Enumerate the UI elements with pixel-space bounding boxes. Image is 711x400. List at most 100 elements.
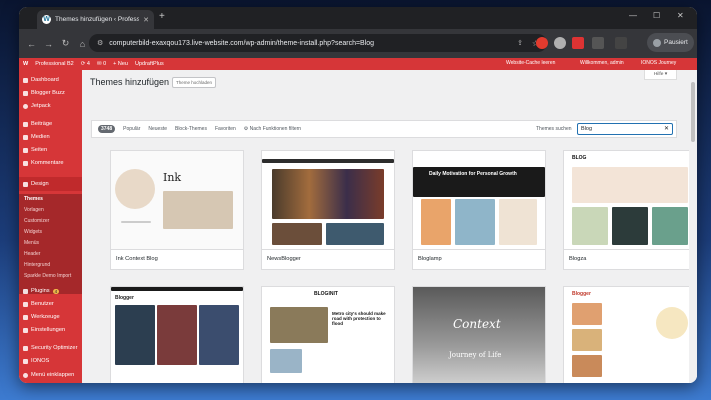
menu-jetpack[interactable]: Jetpack [19,101,82,111]
submenu-sparkle-demo-import[interactable]: Sparkle Demo Import [24,273,71,279]
theme-screenshot: Ink [111,151,243,249]
thumb-image [572,329,602,351]
theme-card-context[interactable]: Context Journey of Life [412,286,546,383]
theme-screenshot: Context Journey of Life [413,287,545,383]
upload-theme-button[interactable]: Theme hochladen [172,77,217,88]
menu-posts[interactable]: Beiträge [19,119,82,129]
menu-label: Security Optimizer [31,345,78,351]
menu-tools[interactable]: Werkzeuge [19,312,82,322]
thumb-image [612,207,648,245]
main-content: Hilfe ▾ Themes hinzufügen Theme hochlade… [82,70,697,383]
maximize-icon[interactable]: ☐ [653,11,660,20]
profile-paused-button[interactable]: Pausiert [647,33,694,52]
extension-red-icon[interactable] [536,37,548,49]
submenu-customizer[interactable]: Customizer [24,218,49,224]
menu-dashboard[interactable]: Dashboard [19,75,82,85]
help-tab-button[interactable]: Hilfe ▾ [644,70,677,80]
menu-plugins[interactable]: Plugins 4 [19,286,82,296]
share-icon[interactable]: ⇪ [517,39,523,47]
theme-card-blogier[interactable]: Blogger [563,286,697,383]
plug-icon [23,288,28,294]
back-icon[interactable]: ← [23,39,40,49]
thumb-image [270,307,328,343]
wordpress-logo-icon[interactable]: W [23,61,28,67]
thumb-avatar [656,307,688,339]
updraftplus-link[interactable]: UpdraftPlus [135,61,164,67]
extension-flag-icon[interactable] [572,37,584,49]
address-bar[interactable]: ⚙ computerbild-exaxqou173.live-website.c… [89,34,547,52]
menu-label: Blogger Buzz [31,90,65,96]
thumb-image [421,199,451,245]
menu-label: Dashboard [31,77,59,83]
submenu-themes[interactable]: Themes [24,196,43,202]
theme-screenshot: BLOGINIT Metro city's should make road w… [262,287,394,383]
filter-block-themes[interactable]: Block-Themes [175,126,207,132]
clear-cache-link[interactable]: Website-Cache leeren [506,60,555,66]
menu-security-optimizer[interactable]: Security Optimizer [19,343,82,353]
thumb-image [272,169,384,219]
settings-icon [23,327,28,333]
welcome-link[interactable]: Willkommen, admin [580,60,624,66]
close-tab-icon[interactable]: ✕ [143,16,149,24]
theme-card-blogza[interactable]: BLOG Blogza [563,150,697,270]
submenu-menus[interactable]: Menüs [24,240,39,246]
comments-count: 0 [103,61,107,67]
theme-card-bloginit[interactable]: BLOGINIT Metro city's should make road w… [261,286,395,383]
menu-settings[interactable]: Einstellungen [19,325,82,335]
search-value: Blog [581,126,593,132]
theme-search-input[interactable]: Blog ✕ [577,123,673,135]
filter-favorites[interactable]: Favoriten [215,126,236,132]
menu-comments[interactable]: Kommentare [19,158,82,168]
new-content-link[interactable]: + Neu [113,61,128,67]
theme-card-ink-context-blog[interactable]: Ink Ink Context Blog [110,150,244,270]
thumb-image [272,223,322,245]
menu-ionos[interactable]: IONOS [19,356,82,366]
updates-link[interactable]: ⟳ 4 [81,61,90,67]
submenu-header[interactable]: Header [24,251,40,257]
user-icon [23,301,28,307]
plugins-update-badge: 4 [52,288,60,294]
menu-collapse[interactable]: Menü einklappen [19,370,82,380]
dashboard-icon [23,77,28,83]
submenu-background[interactable]: Hintergrund [24,262,50,268]
ionos-journey-link[interactable]: IONOS Journey [641,60,676,66]
menu-users[interactable]: Benutzer [19,299,82,309]
extensions-puzzle-icon[interactable] [592,37,604,49]
thumb-post-title: Metro city's should make road with prote… [332,311,386,326]
menu-design[interactable]: Design [19,177,82,191]
forward-icon[interactable]: → [40,39,57,49]
site-info-icon[interactable]: ⚙ [97,39,103,47]
theme-name: Bloglamp [418,256,442,262]
ionos-icon [23,358,28,364]
feature-filter-button[interactable]: ⚙ Nach Funktionen filtern [244,126,301,132]
thumb-heading: Context [453,317,501,331]
theme-card-bloglamp[interactable]: Daily Motivation for Personal Growth Blo… [412,150,546,270]
page-scrollbar[interactable] [689,70,697,383]
comments-link[interactable]: ✉ 0 [97,61,106,67]
minimize-icon[interactable]: — [629,11,637,20]
theme-card-newsblogger[interactable]: NewsBlogger [261,150,395,270]
thumb-image [163,191,233,229]
theme-name: Blogza [569,256,587,262]
blogger-buzz-icon [23,90,28,96]
menu-blogger-buzz[interactable]: Blogger Buzz [19,88,82,98]
media-icon [23,134,28,140]
clear-search-icon[interactable]: ✕ [664,124,669,134]
filter-latest[interactable]: Neueste [148,126,167,132]
menu-pages[interactable]: Seiten [19,145,82,155]
menu-label: Design [31,181,49,187]
submenu-widgets[interactable]: Widgets [24,229,42,235]
submenu-templates[interactable]: Vorlagen [24,207,44,213]
menu-media[interactable]: Medien [19,132,82,142]
download-icon[interactable] [615,37,627,49]
new-tab-icon[interactable]: + [159,11,165,22]
browser-tab[interactable]: W Themes hinzufügen ‹ Professional B2… ✕ [37,10,154,29]
site-name-link[interactable]: Professional B2 [35,61,74,67]
extension-grey-icon[interactable] [554,37,566,49]
reload-icon[interactable]: ↻ [57,38,74,49]
filter-popular[interactable]: Populär [123,126,140,132]
theme-card-blogger[interactable]: Blogger [110,286,244,383]
scrollbar-thumb[interactable] [691,82,695,142]
close-window-icon[interactable]: ✕ [677,11,684,20]
avatar [653,38,661,47]
